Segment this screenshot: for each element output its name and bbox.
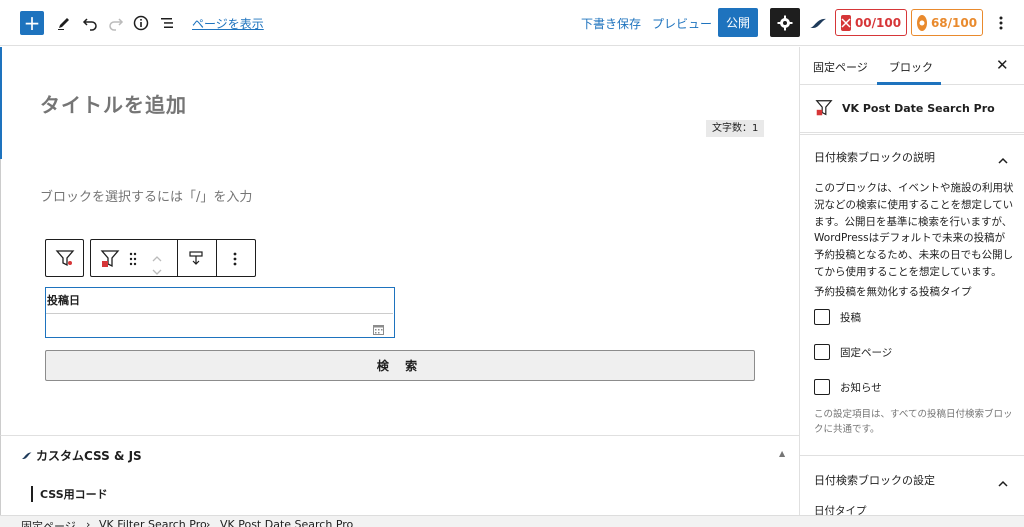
- preview-button[interactable]: プレビュー: [652, 15, 712, 32]
- toolbar-separator: [216, 240, 217, 276]
- drag-handle-icon[interactable]: [129, 251, 137, 270]
- checkbox-label: お知らせ: [840, 381, 882, 394]
- custom-css-metabox: カスタムCSS & JS ▲ CSS用コード: [0, 435, 799, 515]
- block-name: VK Post Date Search Pro: [842, 102, 995, 115]
- move-down-icon[interactable]: [151, 261, 163, 280]
- post-title-input[interactable]: タイトルを追加: [40, 89, 187, 118]
- breadcrumb-item[interactable]: 固定ページ: [21, 518, 76, 527]
- view-page-link[interactable]: ページを表示: [192, 15, 264, 32]
- publish-button[interactable]: 公開: [718, 8, 758, 37]
- post-date-search-block[interactable]: 投稿日: [45, 287, 395, 338]
- panel-divider: [800, 455, 1024, 456]
- settings-gear-button[interactable]: [770, 8, 800, 37]
- filter-search-icon: [55, 250, 74, 267]
- help-text: この設定項目は、すべての投稿日付検索ブロックに共通です。: [814, 409, 1013, 435]
- seo-score-badge[interactable]: 00/100: [835, 9, 907, 36]
- panel-description-title[interactable]: 日付検索ブロックの説明: [814, 149, 935, 165]
- leaf-icon: [21, 452, 32, 459]
- editor-focus-edge: [0, 47, 2, 159]
- vertical-align-icon[interactable]: [188, 250, 204, 270]
- gear-icon: [777, 15, 793, 30]
- date-field-label: 投稿日: [47, 294, 80, 307]
- redo-icon[interactable]: [104, 11, 128, 35]
- date-type-label: 日付タイプ: [814, 505, 867, 515]
- disable-reserved-label: 予約投稿を無効化する投稿タイプ: [814, 286, 972, 298]
- chevron-up-icon[interactable]: [998, 151, 1008, 164]
- list-view-icon[interactable]: [155, 11, 179, 35]
- block-breadcrumb: 固定ページ › VK Filter Search Pro › VK Post D…: [0, 515, 1024, 527]
- breadcrumb-separator-icon: ›: [206, 518, 211, 527]
- tab-page[interactable]: 固定ページ: [813, 59, 868, 75]
- panel-settings-title[interactable]: 日付検索ブロックの設定: [814, 472, 935, 488]
- date-search-block-icon: [814, 98, 834, 122]
- breadcrumb-item[interactable]: VK Filter Search Pro: [99, 518, 207, 527]
- custom-css-title: カスタムCSS & JS: [36, 449, 142, 463]
- add-block-button[interactable]: +: [20, 11, 44, 35]
- checkbox-row-page[interactable]: 固定ページ: [814, 344, 892, 360]
- date-search-block-icon[interactable]: [99, 248, 121, 274]
- checkbox-row-news[interactable]: お知らせ: [814, 379, 882, 395]
- chevron-up-icon[interactable]: [998, 474, 1008, 487]
- panel-divider: [799, 134, 1024, 135]
- seo-shield-icon: [840, 14, 851, 31]
- block-options-icon[interactable]: [233, 251, 237, 270]
- undo-icon[interactable]: [78, 11, 102, 35]
- plugin-leaf-icon[interactable]: [806, 11, 830, 35]
- more-options-icon[interactable]: [989, 11, 1013, 35]
- info-icon[interactable]: [129, 11, 153, 35]
- checkbox-label: 固定ページ: [840, 346, 893, 359]
- block-toolbar: [90, 239, 256, 277]
- checkbox[interactable]: [814, 379, 830, 395]
- checkbox-label: 投稿: [840, 311, 861, 324]
- save-draft-button[interactable]: 下書き保存: [581, 15, 641, 32]
- date-input[interactable]: [46, 313, 393, 337]
- close-icon[interactable]: ✕: [996, 56, 1009, 74]
- parent-block-selector-button[interactable]: [45, 239, 84, 277]
- active-tab-indicator: [877, 82, 941, 85]
- block-appender-placeholder[interactable]: ブロックを選択するには「/」を入力: [40, 186, 252, 205]
- breadcrumb-separator-icon: ›: [86, 518, 91, 527]
- readability-gear-icon: [916, 14, 927, 31]
- readability-score-badge[interactable]: 68/100: [911, 9, 983, 36]
- editor-top-bar: + ページを表示 下書き保存 プレビュー 公開 00/100 68/100: [0, 0, 1024, 46]
- checkbox-row-post[interactable]: 投稿: [814, 309, 861, 325]
- readability-score-value: 68/100: [930, 15, 978, 30]
- tab-block[interactable]: ブロック: [889, 59, 933, 75]
- css-code-label: CSS用コード: [31, 486, 108, 502]
- breadcrumb-item[interactable]: VK Post Date Search Pro: [220, 518, 353, 527]
- sidebar-tabs: 固定ページ ブロック ✕: [800, 47, 1024, 85]
- checkbox[interactable]: [814, 344, 830, 360]
- custom-css-header[interactable]: カスタムCSS & JS: [21, 447, 142, 464]
- settings-sidebar: 固定ページ ブロック ✕ VK Post Date Search Pro 日付検…: [799, 47, 1024, 515]
- calendar-icon[interactable]: [373, 320, 384, 339]
- block-description: このブロックは、イベントや施設の利用状況などの検索に使用することを想定しています…: [814, 182, 1014, 278]
- toolbar-separator: [177, 240, 178, 276]
- checkbox[interactable]: [814, 309, 830, 325]
- search-button[interactable]: 検 索: [45, 350, 755, 381]
- collapse-arrow-icon[interactable]: ▲: [779, 449, 785, 458]
- character-count: 文字数：1: [706, 120, 765, 137]
- seo-score-value: 00/100: [854, 15, 902, 30]
- block-card: VK Post Date Search Pro: [800, 86, 1024, 133]
- tools-pencil-icon[interactable]: [52, 11, 76, 35]
